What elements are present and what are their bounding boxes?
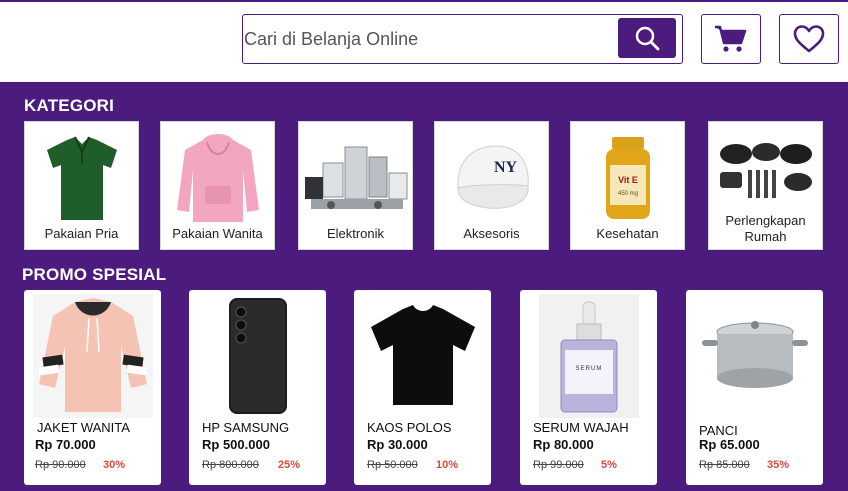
search-input[interactable]: [244, 23, 604, 55]
promo-title: PROMO SPESIAL: [22, 265, 167, 284]
kitchen-set-image: [709, 128, 822, 212]
product-price: Rp 65.000: [699, 437, 760, 452]
product-discount: 10%: [436, 459, 459, 471]
search-icon: [635, 26, 660, 51]
cap-image: NY: [435, 128, 548, 228]
category-label: Perlengkapan Rumah: [725, 213, 806, 244]
search-button[interactable]: [618, 18, 676, 58]
pot-image: [686, 294, 823, 418]
category-aksesoris[interactable]: NY Aksesoris: [434, 121, 549, 250]
product-discount: 5%: [601, 459, 617, 471]
promo-item-jaket-wanita[interactable]: JAKET WANITA Rp 70.000 Rp 90.000 30%: [24, 290, 161, 485]
product-old-price: Rp 85.000: [699, 459, 750, 471]
kategori-title: KATEGORI: [24, 96, 115, 115]
category-pakaian-pria[interactable]: Pakaian Pria: [24, 121, 139, 250]
product-price: Rp 500.000: [202, 437, 270, 452]
search-box: [242, 14, 683, 64]
svg-text:450 mg: 450 mg: [617, 191, 637, 197]
product-name: KAOS POLOS: [367, 420, 452, 435]
category-label: Pakaian Wanita: [172, 226, 263, 241]
jacket-image: [24, 294, 161, 418]
category-pakaian-wanita[interactable]: Pakaian Wanita: [160, 121, 275, 250]
product-old-price: Rp 90.000: [35, 459, 86, 471]
category-label: Elektronik: [326, 226, 385, 241]
vitamin-bottle-image: Vit E 450 mg: [571, 128, 684, 228]
promo-item-serum-wajah[interactable]: SERUM SERUM WAJAH Rp 80.000 Rp 99.000 5%: [520, 290, 657, 485]
serum-bottle-image: SERUM: [520, 294, 657, 418]
product-name: SERUM WAJAH: [533, 420, 629, 435]
category-kesehatan[interactable]: Vit E 450 mg Kesehatan: [570, 121, 685, 250]
promo-item-hp-samsung[interactable]: HP SAMSUNG Rp 500.000 Rp 800.000 25%: [189, 290, 326, 485]
product-price: Rp 80.000: [533, 437, 594, 452]
electronics-image: [299, 128, 412, 228]
product-old-price: Rp 50.000: [367, 459, 418, 471]
product-discount: 35%: [767, 459, 790, 471]
svg-text:Vit E: Vit E: [618, 175, 638, 185]
category-perlengkapan-rumah[interactable]: Perlengkapan Rumah: [708, 121, 823, 250]
product-name: HP SAMSUNG: [202, 420, 290, 435]
product-old-price: Rp 99.000: [533, 459, 584, 471]
category-elektronik[interactable]: Elektronik: [298, 121, 413, 250]
polo-shirt-image: [25, 128, 138, 228]
product-price: Rp 70.000: [35, 437, 96, 452]
product-name: PANCI: [699, 423, 738, 438]
product-discount: 30%: [103, 459, 126, 471]
heart-icon: [793, 25, 825, 53]
product-discount: 25%: [278, 459, 301, 471]
phone-image: [189, 294, 326, 418]
cart-icon: [715, 25, 747, 52]
product-name: JAKET WANITA: [37, 420, 130, 435]
category-label: Aksesoris: [463, 226, 520, 241]
promo-item-kaos-polos[interactable]: KAOS POLOS Rp 30.000 Rp 50.000 10%: [354, 290, 491, 485]
promo-item-panci[interactable]: PANCI Rp 65.000 Rp 85.000 35%: [686, 290, 823, 485]
category-label: Kesehatan: [596, 226, 659, 241]
svg-text:SERUM: SERUM: [575, 366, 602, 372]
cart-button[interactable]: [701, 14, 761, 64]
wishlist-button[interactable]: [779, 14, 839, 64]
top-bar: [0, 0, 848, 82]
svg-text:NY: NY: [494, 159, 518, 176]
product-old-price: Rp 800.000: [202, 459, 259, 471]
product-price: Rp 30.000: [367, 437, 428, 452]
tshirt-image: [354, 294, 491, 418]
category-label: Pakaian Pria: [44, 226, 119, 241]
hoodie-image: [161, 128, 274, 228]
